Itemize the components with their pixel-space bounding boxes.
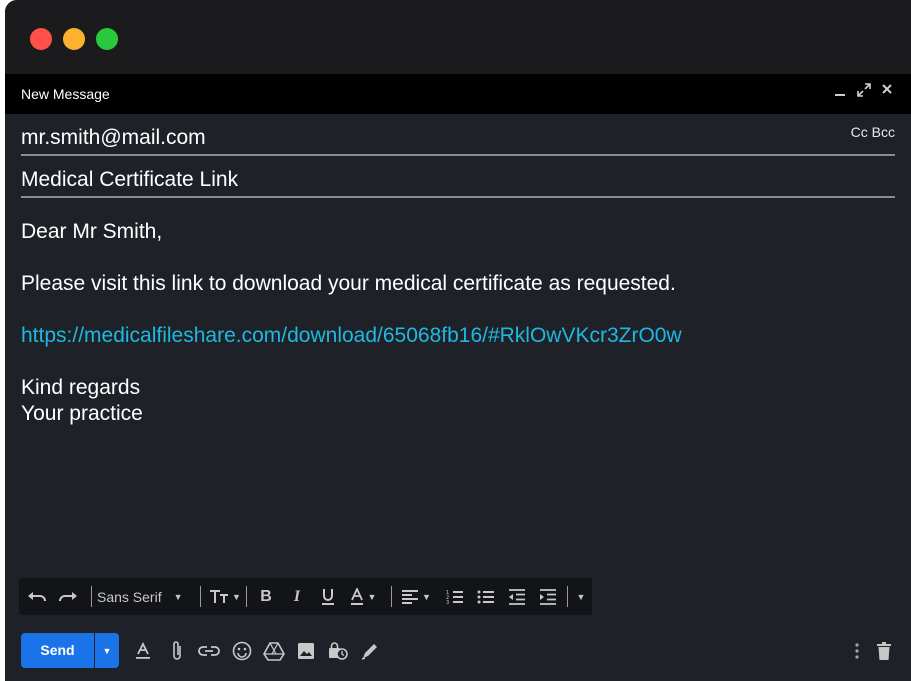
toolbar-separator (391, 586, 392, 607)
cc-bcc-link[interactable]: Cc Bcc (851, 124, 895, 140)
font-size-caret-icon: ▼ (232, 591, 241, 602)
send-caret-icon: ▼ (102, 645, 112, 656)
drive-icon[interactable] (262, 639, 286, 663)
emoji-icon[interactable] (230, 639, 254, 663)
underline-icon[interactable] (316, 578, 340, 615)
toolbar-separator (567, 586, 568, 607)
window-titlebar (5, 0, 911, 74)
formatting-toolbar: Sans Serif ▼ ▼ B I ▼ ▼ 123 ▼ (19, 578, 592, 615)
more-formatting-icon[interactable]: ▼ (573, 578, 589, 615)
redo-icon[interactable] (56, 578, 80, 615)
subject-value: Medical Certificate Link (21, 168, 239, 191)
svg-text:3: 3 (446, 600, 449, 605)
zoom-window-button[interactable] (96, 28, 118, 50)
attach-icon[interactable] (165, 639, 189, 663)
indent-less-icon[interactable] (505, 578, 529, 615)
photo-icon[interactable] (294, 639, 318, 663)
font-caret-icon: ▼ (173, 591, 183, 602)
schedule-send-dropdown[interactable]: ▼ (95, 633, 119, 668)
text-color-caret-icon: ▼ (367, 591, 377, 602)
toolbar-separator (91, 586, 92, 607)
font-select[interactable]: Sans Serif ▼ (97, 578, 195, 615)
close-window-button[interactable] (30, 28, 52, 50)
align-caret-icon: ▼ (422, 591, 431, 602)
body-signature: Your practice (21, 402, 143, 425)
more-formatting-caret-icon: ▼ (576, 591, 586, 602)
align-icon[interactable]: ▼ (397, 578, 435, 615)
link-icon[interactable] (197, 639, 221, 663)
toolbar-separator (200, 586, 201, 607)
body-signoff: Kind regards (21, 376, 141, 399)
undo-icon[interactable] (25, 578, 49, 615)
toolbar-separator (246, 586, 247, 607)
compose-title: New Message (21, 86, 110, 102)
font-select-label: Sans Serif (97, 588, 162, 605)
text-color-icon[interactable]: ▼ (345, 578, 381, 615)
bulleted-list-icon[interactable] (474, 578, 498, 615)
to-field[interactable]: mr.smith@mail.com Cc Bcc (21, 116, 895, 156)
compose-header: New Message (5, 74, 911, 114)
bold-icon[interactable]: B (254, 578, 278, 615)
body-greeting: Dear Mr Smith, (21, 220, 163, 243)
trash-icon[interactable] (872, 639, 896, 663)
compose-window: New Message mr.smith@mail.com Cc Bcc Med… (5, 0, 911, 681)
formatting-icon[interactable] (131, 639, 155, 663)
signature-icon[interactable] (358, 639, 382, 663)
subject-field[interactable]: Medical Certificate Link (21, 158, 895, 198)
italic-icon[interactable]: I (285, 578, 309, 615)
expand-icon[interactable] (857, 83, 877, 105)
numbered-list-icon[interactable]: 123 (443, 578, 467, 615)
close-icon[interactable] (881, 83, 901, 105)
minimize-icon[interactable] (834, 83, 854, 105)
to-recipient: mr.smith@mail.com (21, 126, 206, 149)
confidential-icon[interactable] (326, 639, 350, 663)
download-link[interactable]: https://medicalfileshare.com/download/65… (21, 324, 682, 348)
body-line: Please visit this link to download your … (21, 272, 676, 295)
font-size-icon[interactable]: ▼ (206, 578, 244, 615)
send-button[interactable]: Send (21, 633, 94, 668)
indent-more-icon[interactable] (536, 578, 560, 615)
more-options-icon[interactable] (845, 639, 869, 663)
minimize-window-button[interactable] (63, 28, 85, 50)
